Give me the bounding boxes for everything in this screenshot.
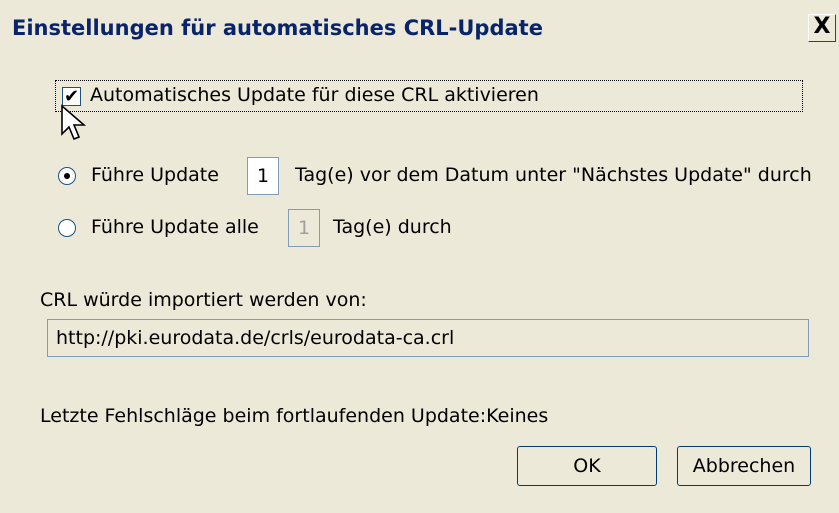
import-source-label: CRL würde importiert werden von: — [40, 289, 367, 311]
option2-prefix-label: Führe Update alle — [91, 216, 259, 238]
close-button[interactable]: X — [808, 14, 836, 42]
import-url-field[interactable]: http://pki.eurodata.de/crls/eurodata-ca.… — [47, 319, 809, 357]
mouse-cursor-icon — [61, 104, 86, 141]
update-interval-input[interactable]: 1 — [288, 209, 320, 247]
option1-prefix-label: Führe Update — [91, 164, 219, 186]
cancel-button[interactable]: Abbrechen — [677, 446, 811, 486]
auto-update-label: Automatisches Update für diese CRL aktiv… — [90, 84, 539, 106]
auto-update-option[interactable]: ✔ Automatisches Update für diese CRL akt… — [55, 80, 803, 112]
dialog-title: Einstellungen für automatisches CRL-Upda… — [12, 16, 543, 40]
close-icon: X — [813, 14, 831, 39]
ok-button[interactable]: OK — [517, 446, 657, 486]
days-before-input[interactable]: 1 — [247, 157, 279, 195]
option1-suffix-label: Tag(e) vor dem Datum unter "Nächstes Upd… — [295, 164, 812, 186]
radio-selected-dot — [64, 173, 70, 179]
crl-update-dialog: Einstellungen für automatisches CRL-Upda… — [0, 0, 839, 513]
title-bar[interactable]: Einstellungen für automatisches CRL-Upda… — [0, 0, 839, 54]
last-failures-status: Letzte Fehlschläge beim fortlaufenden Up… — [40, 405, 549, 427]
dialog-body: ✔ Automatisches Update für diese CRL akt… — [10, 54, 839, 513]
radio-update-every-n-days[interactable] — [58, 219, 76, 237]
option2-suffix-label: Tag(e) durch — [333, 216, 452, 238]
radio-days-before-next-update[interactable] — [58, 167, 76, 185]
